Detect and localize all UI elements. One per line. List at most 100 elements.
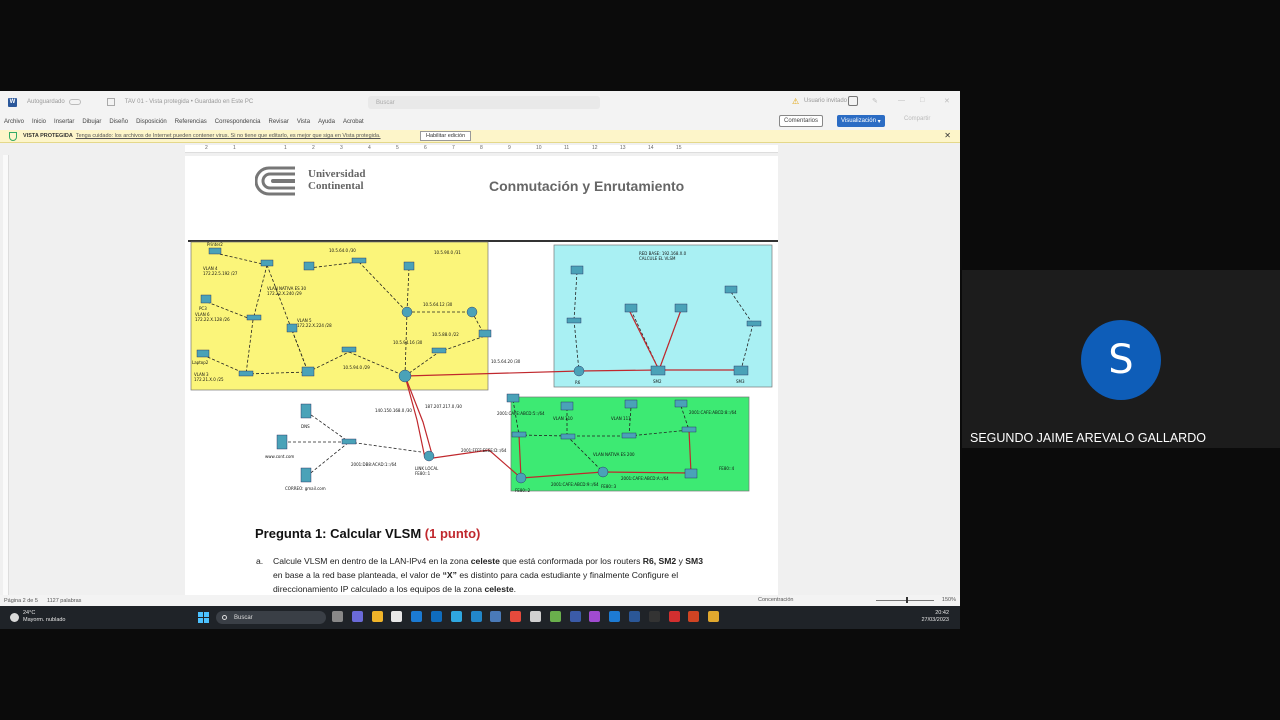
diagram-label: 10.5.64.20 /30 bbox=[491, 359, 521, 364]
university-logo bbox=[255, 166, 295, 196]
diagram-label: 140.150.168.0 /30 bbox=[375, 408, 412, 413]
autosave-label: Autoguardado bbox=[27, 99, 65, 105]
cloudy-icon bbox=[10, 612, 19, 622]
participant-tile[interactable]: S SEGUNDO JAIME AREVALO GALLARDO bbox=[962, 270, 1280, 448]
weather-widget[interactable]: 24°C Mayorm. nublado bbox=[10, 610, 66, 624]
chrome-icon[interactable] bbox=[510, 611, 522, 622]
mail-icon[interactable] bbox=[430, 611, 442, 622]
user-name[interactable]: Usuario invitado bbox=[804, 98, 847, 104]
diagram-label: 2001:CAFE:ABCD:9::/64 bbox=[551, 482, 599, 487]
edge-icon[interactable] bbox=[450, 611, 462, 622]
acrobat-icon[interactable] bbox=[668, 611, 680, 622]
taskbar-search[interactable]: Buscar bbox=[216, 611, 326, 624]
tab-acrobat[interactable]: Acrobat bbox=[343, 119, 364, 125]
search-placeholder: Buscar bbox=[376, 99, 395, 106]
save-icon[interactable] bbox=[106, 98, 115, 106]
document-area[interactable]: 1 2 1 2 3 4 5 6 7 8 9 10 11 12 13 14 15 bbox=[0, 143, 960, 595]
restore-icon[interactable]: □ bbox=[920, 97, 924, 104]
app-icon[interactable] bbox=[569, 611, 581, 622]
powerpoint-icon[interactable] bbox=[688, 611, 700, 622]
chrome-alt-icon[interactable] bbox=[708, 611, 720, 622]
tab-inicio[interactable]: Inicio bbox=[32, 119, 46, 125]
tab-diseno[interactable]: Diseño bbox=[109, 119, 128, 125]
diagram-label: 2001:CAFE:ABCD:8::/64 bbox=[689, 410, 737, 415]
autosave-toggle[interactable] bbox=[68, 99, 81, 105]
vertical-ruler[interactable] bbox=[3, 155, 9, 595]
diagram-label: FE80::1 bbox=[415, 471, 431, 476]
start-icon[interactable] bbox=[198, 612, 209, 623]
word-taskbar-icon[interactable] bbox=[411, 611, 423, 622]
diagram-label: SM2 bbox=[653, 379, 662, 384]
diagram-label: 10.5.94.16 /30 bbox=[393, 340, 423, 345]
diagram-label: 172.21.X.0 /25 bbox=[194, 377, 224, 382]
tab-disposicion[interactable]: Disposición bbox=[136, 119, 167, 125]
diagram-label: 10.5.64.0 /30 bbox=[329, 248, 356, 253]
pen-icon[interactable]: ✎ bbox=[872, 97, 878, 105]
outlook-icon[interactable] bbox=[609, 611, 621, 622]
tab-referencias[interactable]: Referencias bbox=[175, 119, 207, 125]
tab-insertar[interactable]: Insertar bbox=[54, 119, 74, 125]
item-text: que está conformada por los routers bbox=[499, 556, 643, 566]
zoom-level[interactable]: 150% bbox=[942, 597, 956, 603]
stage: W Autoguardado TAV 01 - Vista protegida … bbox=[0, 0, 1280, 720]
task-view-icon[interactable] bbox=[332, 611, 343, 622]
diagram-label: 2001:CAFE:ABCD:A::/64 bbox=[621, 476, 669, 481]
horizontal-ruler[interactable]: 1 2 1 2 3 4 5 6 7 8 9 10 11 12 13 14 15 bbox=[185, 145, 778, 153]
tab-revisar[interactable]: Revisar bbox=[268, 119, 288, 125]
protected-view-message[interactable]: Tenga cuidado: los archivos de Internet … bbox=[76, 133, 381, 139]
diagram-label: CALCULE EL VLSM bbox=[639, 256, 676, 261]
zoom-slider-knob[interactable] bbox=[906, 597, 908, 603]
ruler-number: 2 bbox=[205, 145, 208, 151]
comments-button[interactable]: Comentarios bbox=[779, 115, 824, 127]
close-bar-icon[interactable]: ✕ bbox=[944, 131, 951, 140]
document-title[interactable]: TAV 01 - Vista protegida • Guardado en E… bbox=[125, 99, 254, 105]
zoom-slider[interactable] bbox=[876, 600, 934, 601]
page-count[interactable]: Página 2 de 5 bbox=[4, 598, 38, 604]
ribbon-tabs: Archivo Inicio Insertar Dibujar Diseño D… bbox=[0, 113, 960, 130]
app-icon[interactable] bbox=[589, 611, 601, 622]
item-bold: “X” bbox=[442, 570, 457, 580]
app-l-icon[interactable] bbox=[470, 611, 482, 622]
app-icon[interactable] bbox=[549, 611, 561, 622]
warning-icon: ⚠ bbox=[792, 97, 800, 106]
ruler-number: 14 bbox=[648, 145, 654, 151]
enable-editing-button[interactable]: Habilitar edición bbox=[420, 131, 472, 141]
account-icon[interactable] bbox=[848, 96, 858, 106]
tab-ayuda[interactable]: Ayuda bbox=[318, 119, 335, 125]
tab-dibujar[interactable]: Dibujar bbox=[82, 119, 101, 125]
taskbar-search-label: Buscar bbox=[234, 614, 253, 621]
minimize-icon[interactable]: — bbox=[898, 97, 905, 104]
system-clock[interactable]: 20:42 27/03/2023 bbox=[921, 610, 949, 624]
windows-taskbar: 24°C Mayorm. nublado Buscar 20:42 27/03/… bbox=[0, 606, 960, 629]
tab-correspondencia[interactable]: Correspondencia bbox=[215, 119, 261, 125]
focus-mode-button[interactable]: Concentración bbox=[758, 597, 793, 603]
item-text: en base a la red base planteada, el valo… bbox=[273, 570, 443, 580]
view-mode-button[interactable]: Visualización ▾ bbox=[837, 115, 885, 127]
ruler-number: 10 bbox=[536, 145, 542, 151]
word-icon[interactable] bbox=[628, 611, 640, 622]
document-page[interactable]: Universidad Continental Conmutación y En… bbox=[185, 156, 778, 595]
clock-date: 27/03/2023 bbox=[921, 617, 949, 623]
close-window-icon[interactable]: ✕ bbox=[944, 97, 950, 105]
item-bold: celeste bbox=[470, 556, 500, 566]
word-count[interactable]: 1127 palabras bbox=[47, 598, 81, 604]
clock-time: 20:42 bbox=[935, 610, 949, 616]
ruler-number: 5 bbox=[396, 145, 399, 151]
search-box[interactable]: Buscar bbox=[368, 96, 600, 109]
diagram-label: SM3 bbox=[736, 379, 745, 384]
terminal-icon[interactable] bbox=[648, 611, 660, 622]
tab-archivo[interactable]: Archivo bbox=[4, 119, 24, 125]
share-button[interactable]: Compartir bbox=[904, 116, 930, 122]
store-icon[interactable] bbox=[391, 611, 403, 622]
ruler-number: 7 bbox=[452, 145, 455, 151]
teams-icon[interactable] bbox=[351, 611, 363, 622]
item-bold: R6, SM2 bbox=[642, 556, 677, 566]
app-icon[interactable] bbox=[529, 611, 541, 622]
cyan-zone bbox=[553, 244, 773, 388]
item-letter: a. bbox=[256, 556, 264, 566]
app-icon[interactable] bbox=[490, 611, 502, 622]
diagram-label: 172.22.X.240 /29 bbox=[267, 291, 302, 296]
tab-vista[interactable]: Vista bbox=[297, 119, 310, 125]
diagram-label: 10.5.64.12 /30 bbox=[423, 302, 453, 307]
file-explorer-icon[interactable] bbox=[371, 611, 383, 622]
